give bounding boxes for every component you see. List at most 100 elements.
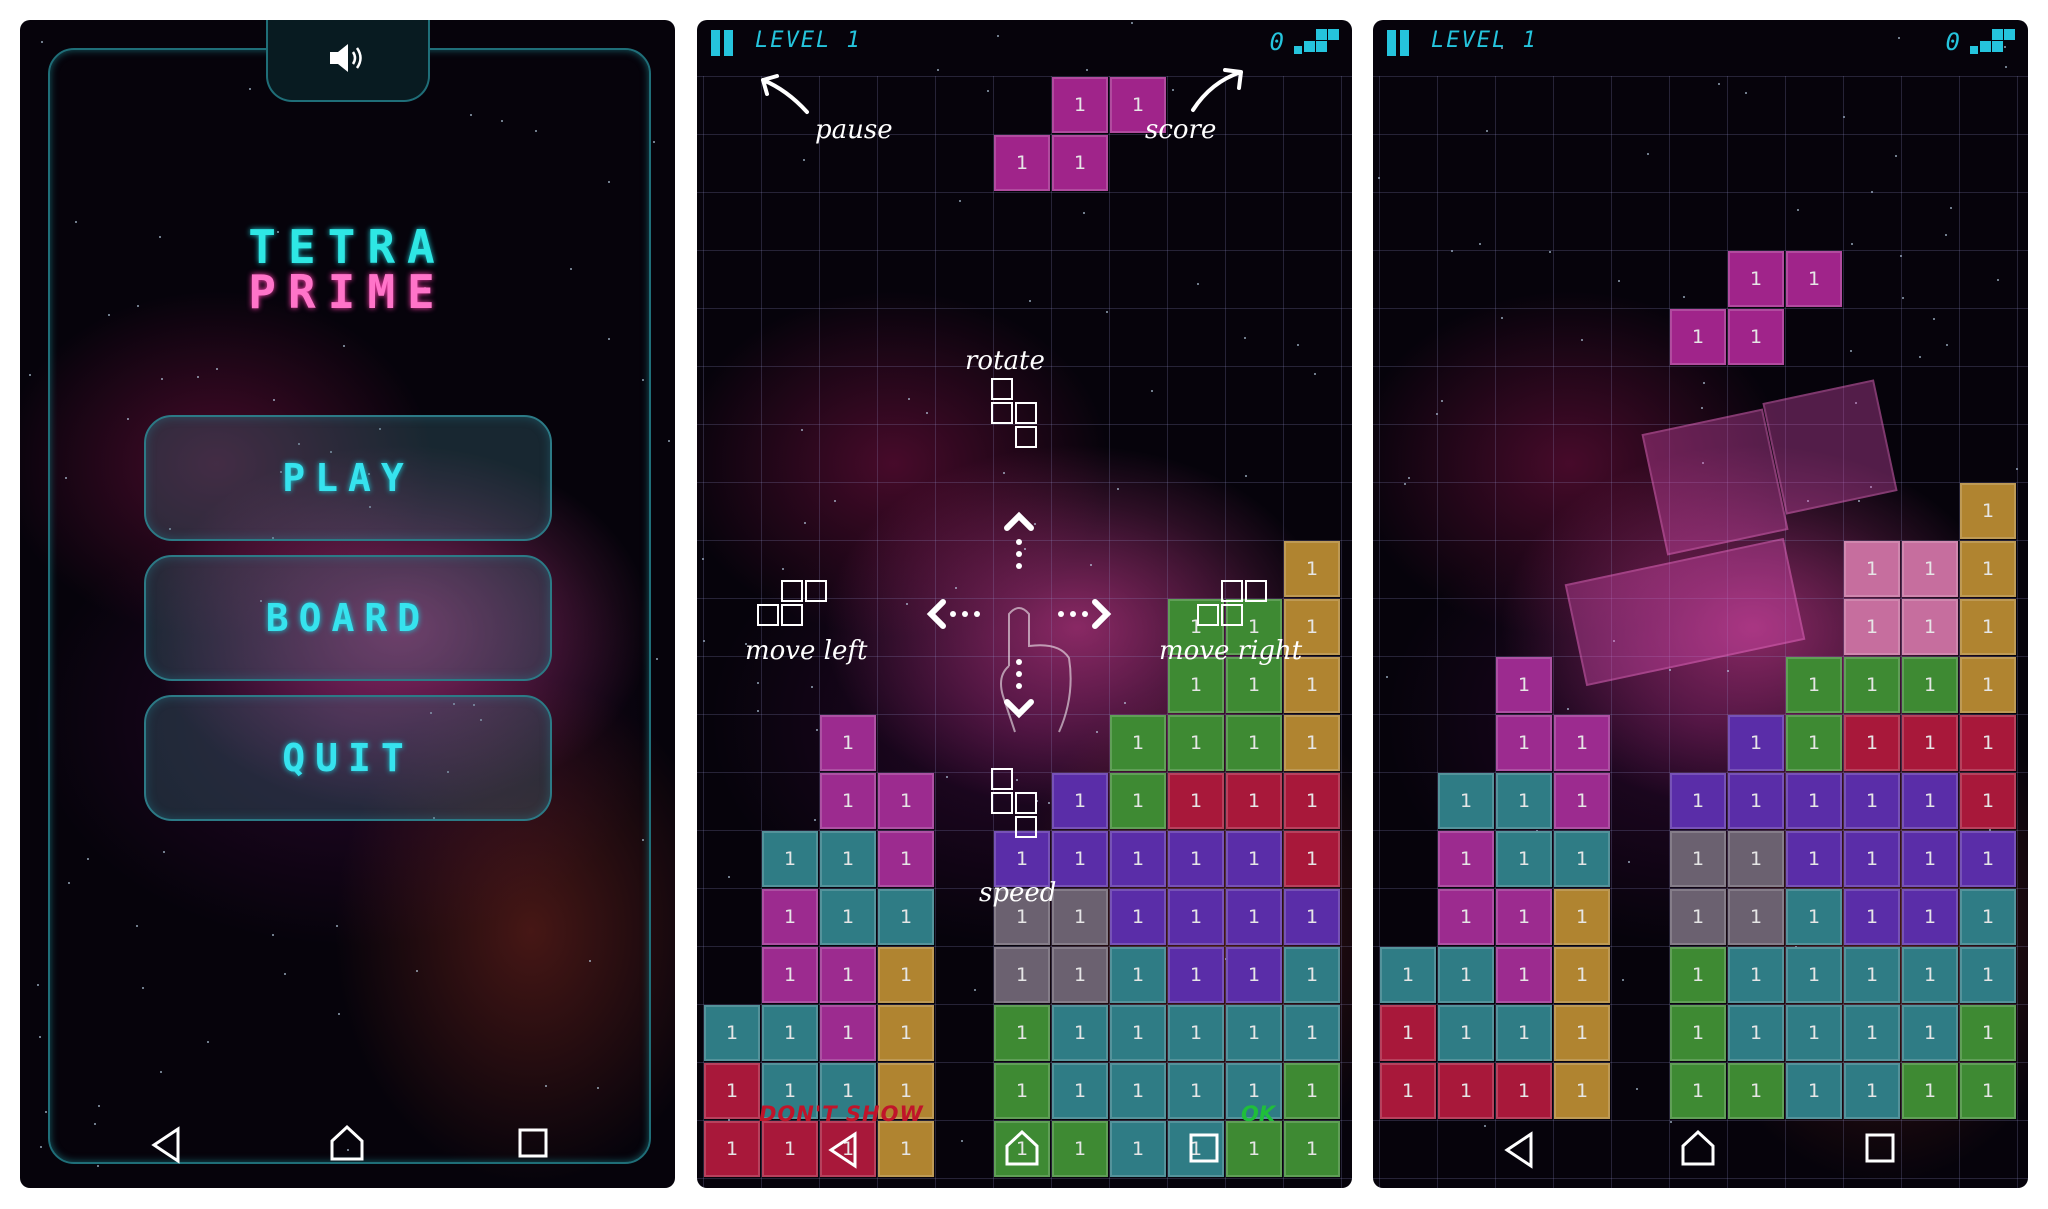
tetromino-logo-icon: [1970, 28, 2016, 62]
stacked-block: 1: [1168, 715, 1224, 771]
swipe-gesture-icon: [926, 511, 1112, 733]
stacked-block: 1: [1670, 947, 1726, 1003]
stacked-block: 1: [1844, 773, 1900, 829]
stacked-block: 1: [1670, 773, 1726, 829]
stacked-block: 1: [1786, 889, 1842, 945]
home-icon[interactable]: [1003, 1128, 1041, 1172]
sound-toggle[interactable]: [266, 20, 430, 102]
stacked-block: 1: [1728, 889, 1784, 945]
stacked-block: 1: [1110, 1005, 1166, 1061]
stacked-block: 1: [1670, 889, 1726, 945]
stacked-block: 1: [1960, 773, 2016, 829]
ok-button[interactable]: OK: [1241, 1102, 1275, 1126]
stacked-block: 1: [1284, 831, 1340, 887]
recents-icon[interactable]: [1187, 1131, 1221, 1169]
back-icon[interactable]: [1501, 1130, 1537, 1174]
board-button[interactable]: BOARD: [144, 555, 552, 681]
stacked-block: 1: [1496, 889, 1552, 945]
stacked-block: 1: [1554, 1005, 1610, 1061]
stacked-block: 1: [1284, 1005, 1340, 1061]
stacked-block: 1: [820, 831, 876, 887]
stacked-block: 1: [1960, 889, 2016, 945]
level-indicator: LEVEL 1: [1431, 28, 1538, 53]
stacked-block: 1: [1380, 1005, 1436, 1061]
move-left-hint: move left: [745, 636, 868, 666]
stacked-block: 1: [820, 889, 876, 945]
stacked-block: 1: [1786, 831, 1842, 887]
menu-screen: TETRA PRIME PLAY BOARD QUIT: [20, 20, 675, 1188]
stacked-block: 1: [704, 1063, 760, 1119]
back-icon[interactable]: [148, 1125, 184, 1169]
stacked-block: 1: [1786, 657, 1842, 713]
stacked-block: 1: [1844, 889, 1900, 945]
stacked-block: 1: [1110, 831, 1166, 887]
move-right-hint: move right: [1159, 636, 1303, 666]
pause-icon[interactable]: [1387, 30, 1409, 56]
stacked-block: 1: [1554, 773, 1610, 829]
stacked-block: 1: [1902, 889, 1958, 945]
home-icon[interactable]: [1679, 1128, 1717, 1172]
stacked-block: 1: [1438, 947, 1494, 1003]
stacked-block: 1: [762, 889, 818, 945]
recents-icon[interactable]: [516, 1126, 550, 1164]
falling-block: 1: [1670, 309, 1726, 365]
stacked-block: 1: [1226, 715, 1282, 771]
stacked-block: 1: [1960, 599, 2016, 655]
recents-icon[interactable]: [1863, 1131, 1897, 1169]
score-display: 0: [1945, 28, 1960, 56]
stacked-block: 1: [820, 773, 876, 829]
home-icon[interactable]: [328, 1123, 366, 1167]
stacked-block: 1: [1110, 773, 1166, 829]
play-button[interactable]: PLAY: [144, 415, 552, 541]
stacked-block: 1: [1226, 889, 1282, 945]
background-ghost-piece: [1641, 408, 1789, 556]
stacked-block: 1: [704, 1121, 760, 1177]
stacked-block: 1: [1168, 947, 1224, 1003]
stacked-block: 1: [994, 1063, 1050, 1119]
stacked-block: 1: [1960, 715, 2016, 771]
stacked-block: 1: [1670, 1005, 1726, 1061]
stacked-block: 1: [1168, 773, 1224, 829]
stacked-block: 1: [1284, 889, 1340, 945]
stacked-block: 1: [1110, 1063, 1166, 1119]
stacked-block: 1: [1380, 1063, 1436, 1119]
stacked-block: 1: [1438, 831, 1494, 887]
falling-block: 1: [1728, 309, 1784, 365]
stacked-block: 1: [1284, 1063, 1340, 1119]
stacked-block: 1: [1728, 947, 1784, 1003]
stacked-block: 1: [994, 1005, 1050, 1061]
stacked-block: 1: [1110, 1121, 1166, 1177]
stacked-block: 1: [820, 1005, 876, 1061]
stacked-block: 1: [1438, 1005, 1494, 1061]
stacked-block: 1: [994, 947, 1050, 1003]
stacked-block: 1: [1902, 1063, 1958, 1119]
pause-hint: pause: [815, 115, 893, 145]
stacked-block: 1: [1902, 773, 1958, 829]
falling-block: 1: [994, 135, 1050, 191]
stacked-block: 1: [1496, 1005, 1552, 1061]
stacked-block: 1: [1960, 483, 2016, 539]
stacked-block: 1: [1554, 1063, 1610, 1119]
back-icon[interactable]: [825, 1130, 861, 1174]
stacked-block: 1: [1052, 831, 1108, 887]
stacked-block: 1: [1786, 715, 1842, 771]
stacked-block: 1: [1554, 889, 1610, 945]
stacked-block: 1: [1496, 715, 1552, 771]
game-title-bottom: PRIME: [248, 265, 447, 319]
stacked-block: 1: [1902, 1005, 1958, 1061]
stacked-block: 1: [1168, 1063, 1224, 1119]
stacked-block: 1: [762, 1121, 818, 1177]
pause-icon[interactable]: [711, 30, 733, 56]
stacked-block: 1: [1226, 1005, 1282, 1061]
falling-block: 1: [1786, 251, 1842, 307]
speed-hint: speed: [979, 878, 1057, 908]
stacked-block: 1: [1226, 831, 1282, 887]
stacked-block: 1: [1052, 773, 1108, 829]
stacked-block: 1: [1960, 947, 2016, 1003]
quit-button[interactable]: QUIT: [144, 695, 552, 821]
stacked-block: 1: [1670, 831, 1726, 887]
dont-show-button[interactable]: DON'T SHOW: [759, 1102, 924, 1126]
tutorial-screen: 1111111111111111111111111111111111111111…: [697, 20, 1352, 1188]
stacked-block: 1: [1284, 715, 1340, 771]
stacked-block: 1: [1844, 541, 1900, 597]
